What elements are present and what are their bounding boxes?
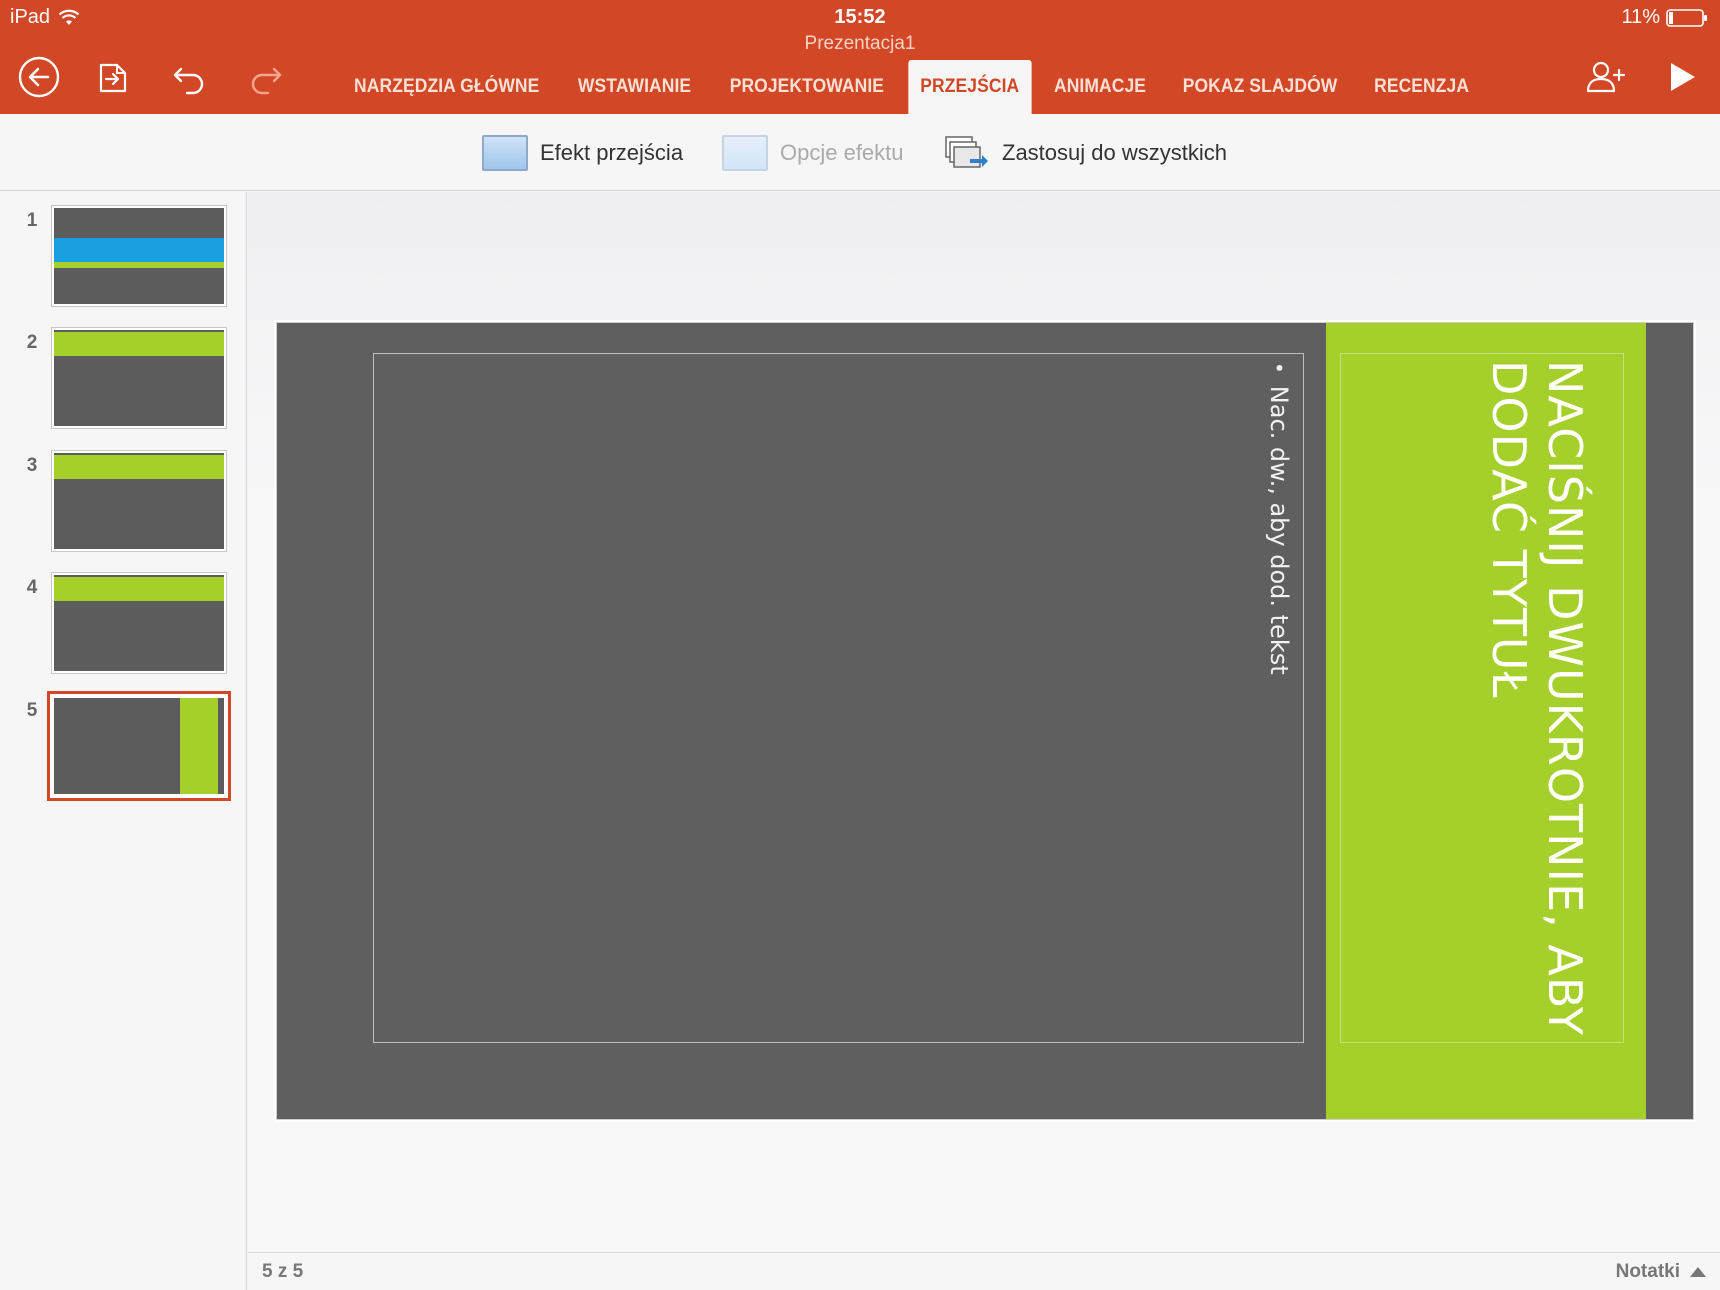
slide-thumbnail-3[interactable] — [52, 451, 226, 551]
apply-to-all-icon — [945, 136, 988, 168]
play-icon — [1671, 63, 1695, 91]
redo-icon — [251, 67, 282, 95]
status-device: iPad — [10, 6, 80, 29]
slide-thumbnail-panel: 1 2 3 4 5 — [0, 192, 247, 1290]
slide-thumbnail-5[interactable] — [52, 696, 226, 796]
slide-number: 5 — [26, 700, 38, 721]
current-slide[interactable]: • Nac. dw., aby dod. tekst NACIŚNIJ DWUKR… — [276, 322, 1694, 1120]
tab-transitions[interactable]: PRZEJŚCIA — [908, 60, 1032, 114]
wifi-icon — [58, 9, 80, 25]
file-button[interactable] — [90, 54, 136, 100]
undo-icon — [173, 67, 204, 95]
share-person-icon — [1586, 61, 1626, 93]
undo-button[interactable] — [166, 54, 212, 100]
content-placeholder[interactable]: • Nac. dw., aby dod. tekst — [373, 353, 1304, 1043]
status-time: 15:52 — [834, 6, 886, 28]
ribbon-tabs: NARZĘDZIA GŁÓWNE WSTAWIANIE PROJEKTOWANI… — [333, 60, 1486, 114]
apply-to-all-button[interactable]: Zastosuj do wszystkich — [944, 134, 1227, 172]
slide-thumbnail-row: 3 — [0, 437, 247, 551]
effect-options-swatch-icon — [722, 135, 768, 171]
slide-thumbnail-1[interactable] — [52, 206, 226, 306]
slide-thumbnail-row: 4 — [0, 559, 247, 673]
device-label: iPad — [10, 6, 51, 28]
thumb-title-band — [54, 238, 224, 262]
notes-label: Notatki — [1615, 1261, 1680, 1282]
caret-up-icon — [1690, 1267, 1706, 1277]
redo-button[interactable] — [243, 54, 289, 100]
slide-number: 1 — [26, 210, 38, 231]
thumb-accent-line — [54, 262, 224, 268]
transition-effect-button[interactable]: Efekt przejścia — [482, 134, 683, 172]
document-title: Prezentacja1 — [804, 33, 916, 54]
slide-thumbnail-row: 5 — [0, 682, 247, 796]
file-export-icon — [99, 63, 127, 93]
body-placeholder-text: • Nac. dw., aby dod. tekst — [1257, 362, 1301, 675]
thumb-title-band — [54, 332, 224, 356]
tab-animations[interactable]: ANIMACJE — [1042, 60, 1158, 114]
title-placeholder[interactable]: NACIŚNIJ DWUKROTNIE, ABY DODAĆ TYTUŁ — [1340, 353, 1624, 1043]
bullet-marker: • — [1267, 362, 1291, 374]
slide-thumbnail-4[interactable] — [52, 573, 226, 673]
effect-options-button[interactable]: Opcje efektu — [722, 134, 904, 172]
slide-counter: 5 z 5 — [262, 1261, 304, 1282]
apply-to-all-label: Zastosuj do wszystkich — [1002, 140, 1227, 165]
slide-canvas: • Nac. dw., aby dod. tekst NACIŚNIJ DWUKR… — [248, 192, 1720, 1252]
tab-slideshow[interactable]: POKAZ SLAJDÓW — [1171, 60, 1350, 114]
back-icon — [18, 56, 60, 98]
play-button[interactable] — [1658, 54, 1704, 100]
effect-options-label: Opcje efektu — [780, 140, 904, 165]
title-placeholder-text: NACIŚNIJ DWUKROTNIE, ABY DODAĆ TYTUŁ — [1482, 360, 1592, 1037]
tab-design[interactable]: PROJEKTOWANIE — [717, 60, 895, 114]
ribbon-toolbar: Efekt przejścia Opcje efektu Zastosuj do… — [0, 114, 1720, 191]
thumb-title-band — [180, 698, 218, 794]
body-text: Nac. dw., aby dod. tekst — [1265, 385, 1293, 675]
thumb-title-band — [54, 455, 224, 479]
slide-thumbnail-row: 1 — [0, 192, 247, 306]
share-button[interactable] — [1582, 54, 1628, 100]
status-footer: 5 z 5 Notatki — [248, 1252, 1720, 1290]
tab-home[interactable]: NARZĘDZIA GŁÓWNE — [342, 60, 551, 114]
back-button[interactable] — [16, 54, 62, 100]
slide-number: 2 — [26, 332, 38, 353]
tab-review[interactable]: RECENZJA — [1362, 60, 1481, 114]
slide-number: 3 — [26, 455, 38, 476]
tab-insert[interactable]: WSTAWIANIE — [566, 60, 703, 114]
battery-icon — [1666, 8, 1707, 27]
battery-percent: 11% — [1621, 6, 1660, 28]
thumb-title-band — [54, 577, 224, 601]
notes-button[interactable]: Notatki — [1616, 1261, 1706, 1283]
slide-thumbnail-row: 2 — [0, 314, 247, 428]
transition-effect-label: Efekt przejścia — [540, 140, 684, 165]
slide-thumbnail-2[interactable] — [52, 328, 226, 428]
status-battery: 11% — [1621, 6, 1708, 29]
title-band: NACIŚNIJ DWUKROTNIE, ABY DODAĆ TYTUŁ — [1326, 323, 1646, 1119]
transition-swatch-icon — [482, 135, 528, 171]
slide-number: 4 — [26, 577, 38, 598]
top-bar: iPad 15:52 Prezentacja1 11% NARZĘDZIA GŁ… — [0, 0, 1720, 114]
